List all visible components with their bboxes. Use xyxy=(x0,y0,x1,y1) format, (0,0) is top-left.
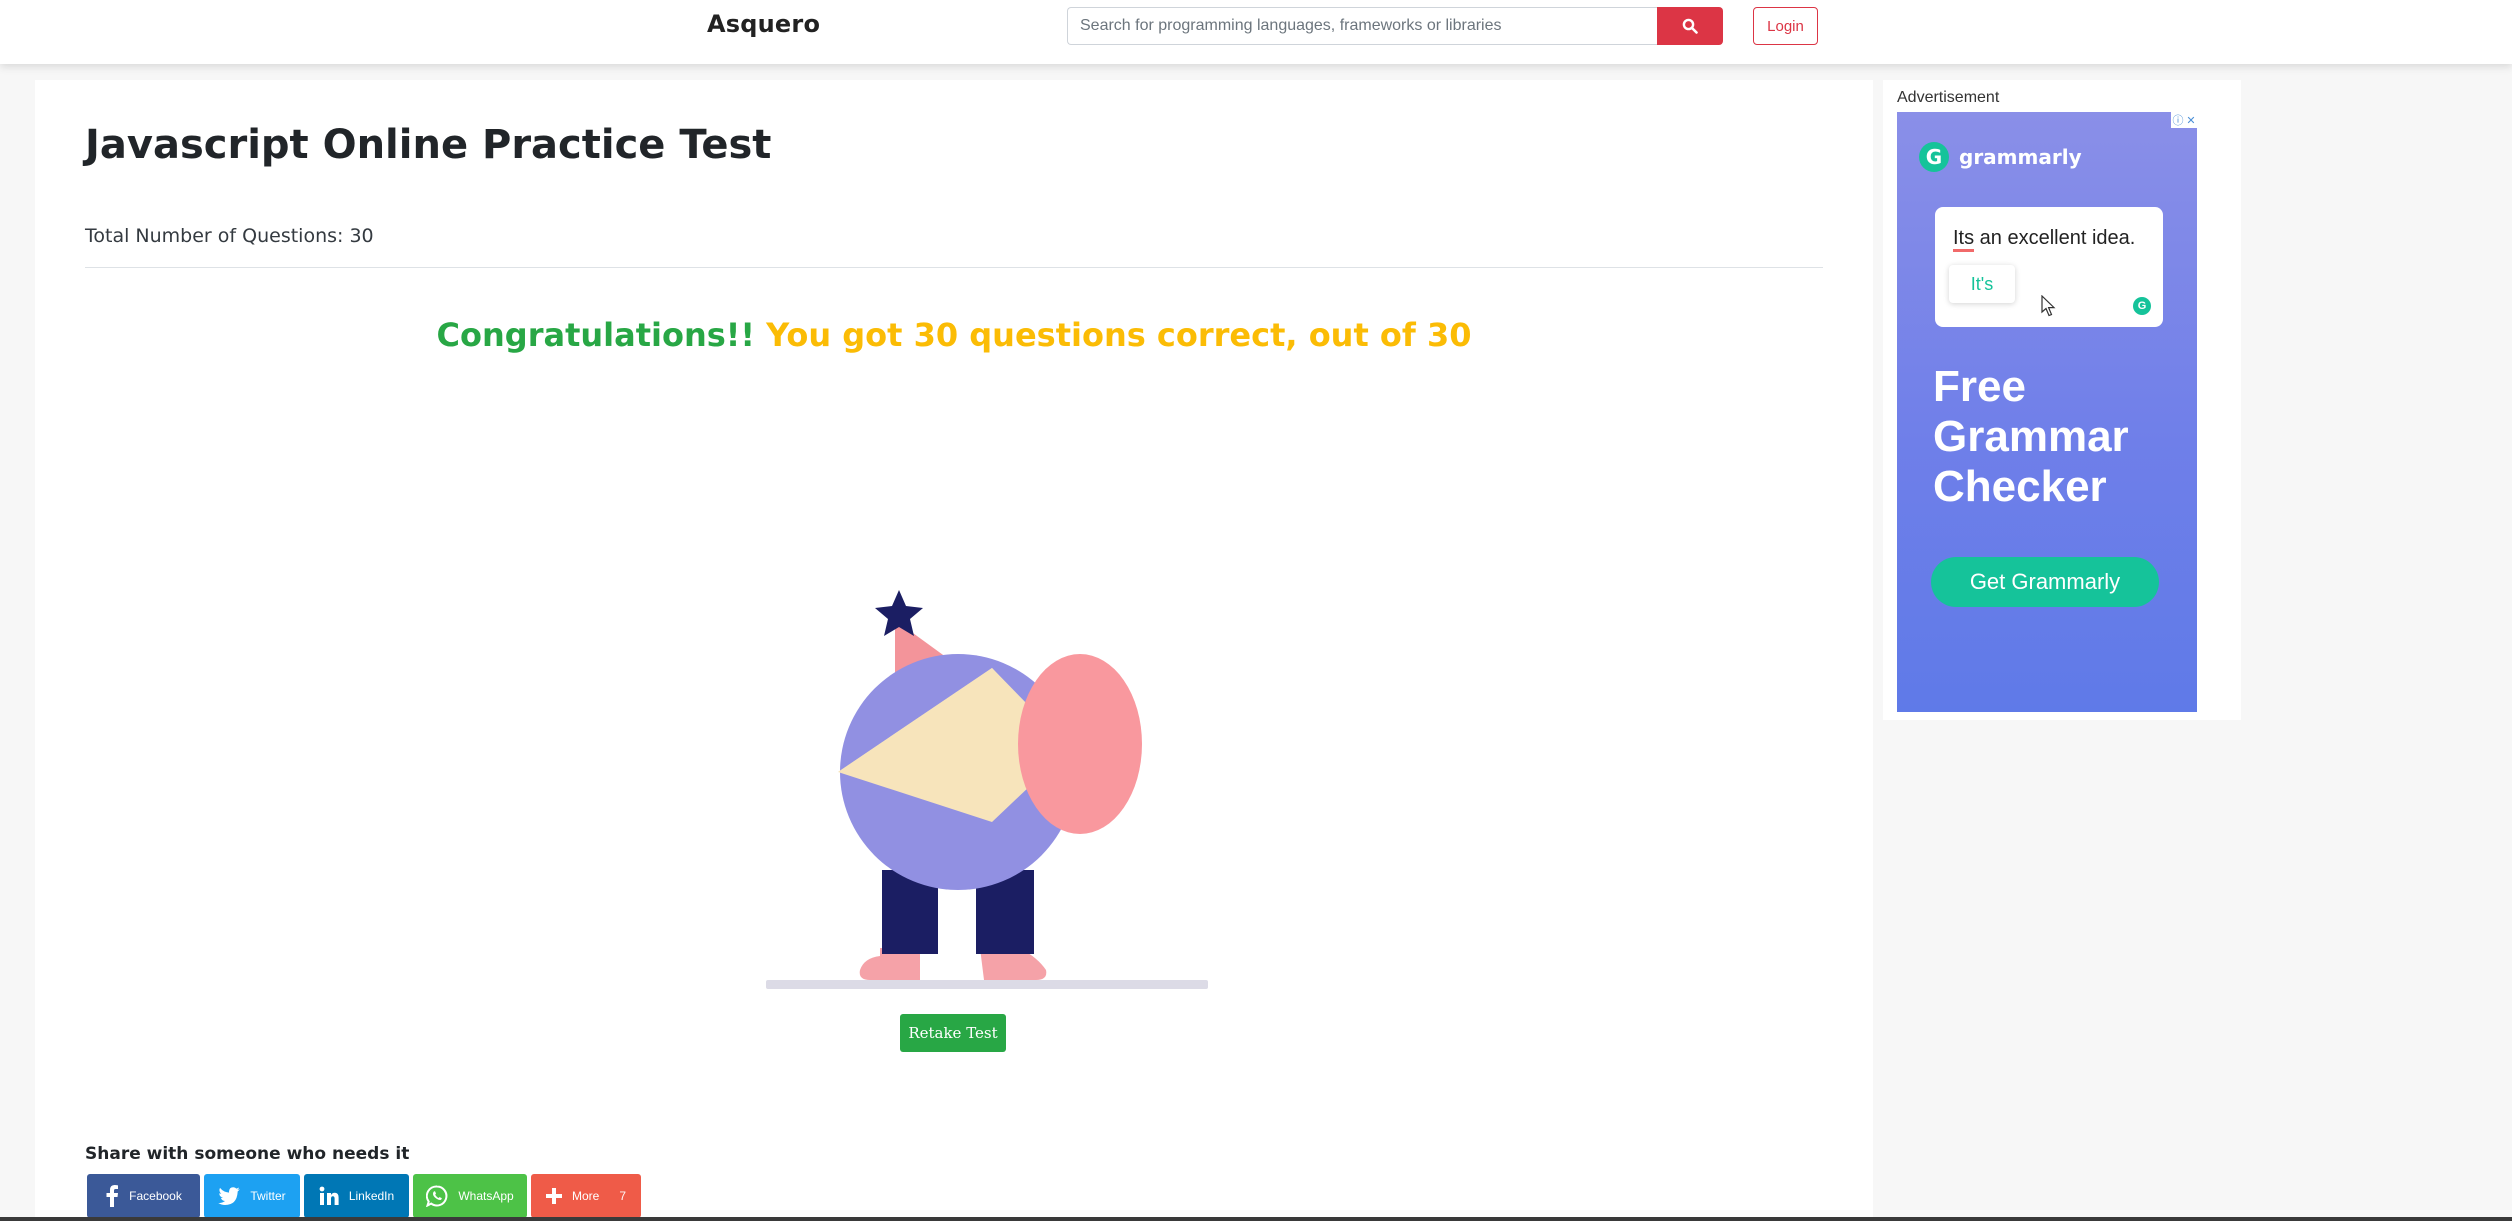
share-linkedin-button[interactable]: LinkedIn xyxy=(304,1174,409,1218)
share-heading: Share with someone who needs it xyxy=(85,1144,410,1164)
score-text: You got 30 questions correct, out of 30 xyxy=(766,316,1472,354)
search-button[interactable] xyxy=(1657,7,1723,45)
retake-test-button[interactable]: Retake Test xyxy=(900,1014,1006,1052)
share-label: LinkedIn xyxy=(348,1189,395,1203)
share-buttons: Facebook Twitter LinkedIn WhatsApp More … xyxy=(87,1174,641,1218)
page-title: Javascript Online Practice Test xyxy=(85,122,772,168)
share-label: Twitter xyxy=(250,1189,286,1203)
share-label: More xyxy=(571,1189,600,1203)
test-result-card: Javascript Online Practice Test Total Nu… xyxy=(35,80,1873,1221)
ad-brand: grammarly xyxy=(1959,145,2082,169)
cursor-icon xyxy=(2041,295,2056,317)
share-facebook-button[interactable]: Facebook xyxy=(87,1174,200,1218)
ad-headline: Free Grammar Checker xyxy=(1933,362,2129,511)
ad-demo-sentence: Its an excellent idea. xyxy=(1953,227,2135,252)
celebration-illustration xyxy=(766,590,1208,989)
grammarly-logo-icon: G xyxy=(1919,142,1949,172)
get-grammarly-button[interactable]: Get Grammarly xyxy=(1931,557,2159,607)
divider xyxy=(85,267,1823,268)
facebook-icon xyxy=(106,1185,119,1207)
ad-suggestion-chip: It's xyxy=(1949,265,2015,303)
share-more-button[interactable]: More 7 xyxy=(531,1174,641,1218)
advertisement-label: Advertisement xyxy=(1897,89,2000,106)
ad-choices-icon[interactable]: ⓘ ✕ xyxy=(2171,112,2197,128)
share-twitter-button[interactable]: Twitter xyxy=(204,1174,300,1218)
share-whatsapp-button[interactable]: WhatsApp xyxy=(413,1174,527,1218)
brand-logo[interactable]: Asquero xyxy=(707,10,820,38)
info-icon: ⓘ xyxy=(2172,115,2184,127)
grammarly-ad[interactable]: ⓘ ✕ G grammarly Its an excellent idea. I… xyxy=(1897,112,2197,712)
grammarly-mini-icon: G xyxy=(2133,297,2151,315)
search-input[interactable] xyxy=(1067,7,1657,45)
share-label: WhatsApp xyxy=(458,1189,514,1203)
twitter-icon xyxy=(218,1187,241,1205)
plus-icon xyxy=(545,1188,562,1204)
linkedin-icon xyxy=(319,1186,339,1205)
ad-demo-card: Its an excellent idea. It's G xyxy=(1935,207,2163,327)
congrats-text: Congratulations!! xyxy=(436,316,755,354)
whatsapp-icon xyxy=(426,1185,448,1207)
sidebar: Advertisement ⓘ ✕ G grammarly Its an exc… xyxy=(1883,80,2241,720)
share-label: Facebook xyxy=(129,1189,182,1203)
login-button[interactable]: Login xyxy=(1753,7,1818,45)
share-count: 7 xyxy=(619,1189,627,1203)
search-icon xyxy=(1682,18,1698,34)
result-message: Congratulations!! You got 30 questions c… xyxy=(35,316,1873,354)
top-navbar: Asquero Login xyxy=(0,0,2512,64)
total-questions-text: Total Number of Questions: 30 xyxy=(85,225,374,247)
window-bottom-edge xyxy=(0,1217,2512,1221)
close-icon: ✕ xyxy=(2186,114,2196,127)
